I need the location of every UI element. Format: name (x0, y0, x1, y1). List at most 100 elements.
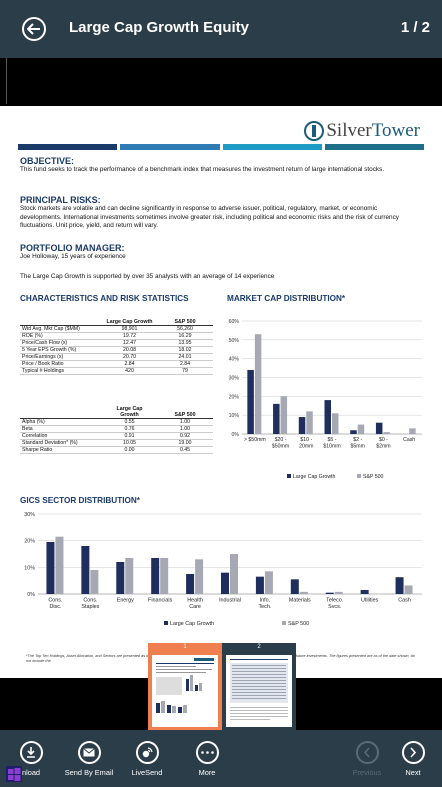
y-tick-label: 20% (24, 539, 35, 545)
bar-s-p-500 (264, 571, 273, 594)
logo-mark-icon (304, 121, 325, 141)
bar-s-p-500 (404, 585, 413, 594)
table-row: Price / Book Ratio 2.84 2.84 (20, 360, 213, 368)
manager-text: Joe Holloway, 15 years of experience (20, 253, 126, 260)
risk-table: Large Cap Growth S&P 500 Alpha (%) 0.55 1.00… (20, 406, 213, 454)
page-title: Large Cap Growth Equity (69, 19, 250, 36)
table-cell: Wtd Avg. Mkt Cap ($MM) (20, 325, 102, 333)
thumbnail-strip: 1 2 (0, 643, 442, 730)
x-tick-label: Materials (289, 597, 311, 603)
back-button[interactable] (22, 17, 46, 41)
table-row: 5 Year EPS Growth (%) 20.08 18.02 (20, 346, 213, 354)
x-tick-label: Utilities (361, 597, 379, 603)
table-cell: 0.76 (102, 425, 157, 433)
table-cell: 10.05 (102, 439, 157, 447)
y-tick-label: 20% (229, 394, 240, 400)
bar-s-p-500 (334, 591, 343, 594)
bar-large-cap-growth (46, 542, 55, 594)
table-cell: 19.00 (157, 439, 213, 447)
table-cell: 12.47 (102, 339, 157, 347)
email-icon (83, 748, 95, 757)
thumbnail-page-1[interactable]: 1 (148, 643, 222, 730)
bar-large-cap-growth (325, 592, 334, 594)
thumbnail-label: 2 (257, 644, 261, 650)
send-by-email-button[interactable]: Send By Email (59, 741, 119, 777)
table-cell: Typical # Holdings (20, 367, 102, 375)
color-bars (18, 144, 424, 150)
x-tick-label: $2mm (376, 443, 390, 449)
y-tick-label: 0% (27, 592, 35, 598)
x-tick-label: $5 - (328, 437, 337, 443)
x-tick-label: 20mm (299, 443, 313, 449)
characteristics-table: Large Cap Growth S&P 500 Wtd Avg. Mkt Cap… (20, 319, 213, 375)
legend-swatch (287, 474, 291, 478)
livesend-icon (142, 747, 153, 758)
windows-logo-icon[interactable] (6, 766, 22, 782)
bar-s-p-500 (280, 396, 288, 434)
table-cell: Price/Earnings (x) (20, 353, 102, 361)
y-tick-label: 10% (24, 565, 35, 571)
table-row: Beta 0.76 1.00 (20, 425, 213, 433)
x-tick-label: Cash (398, 597, 411, 603)
bar-s-p-500 (357, 424, 365, 434)
table-cell: 0.45 (157, 446, 213, 454)
thumbnail-page-2[interactable]: 2 (222, 643, 296, 730)
y-tick-label: 60% (229, 319, 240, 325)
manager-heading: PORTFOLIO MANAGER: (20, 243, 125, 253)
table-cell: Standard Deviation* (%) (20, 439, 102, 447)
objective-text: This fund seeks to track the performance… (20, 166, 385, 173)
livesend-button[interactable]: LiveSend (117, 741, 177, 777)
bar-large-cap-growth (221, 572, 229, 594)
market-cap-chart: 0% 10% 20% 30% 40% 50% 60% > $50mm $20 -$50mm $10… (229, 319, 422, 480)
objective-section: OBJECTIVE: This fund seeks to track the … (20, 156, 410, 175)
table-row: ROE (%) 19.72 16.29 (20, 332, 213, 340)
table-cell: 20.70 (102, 353, 157, 361)
table-cell: 5 Year EPS Growth (%) (20, 346, 102, 354)
next-button[interactable]: Next (383, 741, 442, 777)
bar-large-cap-growth (116, 562, 125, 594)
y-tick-label: 0% (232, 432, 240, 438)
table-cell: 98,901 (102, 325, 157, 333)
bar-s-p-500 (230, 554, 238, 594)
table-row: Price/Earnings (x) 20.70 24.01 (20, 353, 213, 361)
table-cell: 0.00 (102, 446, 157, 454)
table-cell: Beta (20, 425, 102, 433)
x-tick-label: $50mm (272, 443, 289, 449)
table-cell: 420 (102, 367, 157, 375)
x-tick-label: $20 - (275, 437, 287, 443)
bar-large-cap-growth (375, 422, 383, 434)
bar-s-p-500 (195, 559, 204, 594)
page-counter: 1 / 2 (400, 19, 430, 36)
table-cell: 1.00 (157, 418, 213, 426)
x-tick-label: Staples (81, 604, 99, 610)
y-tick-label: 10% (229, 413, 240, 419)
legend-label: Large Cap Growth (293, 474, 336, 480)
bar-large-cap-growth (151, 558, 160, 594)
x-tick-label: Disc. (49, 604, 61, 610)
document-page[interactable]: Silver Tower OBJECTIVE: This fund seeks t… (0, 106, 442, 678)
logo-text-1: Silver (326, 120, 372, 141)
market-cap-heading: MARKET CAP DISTRIBUTION* (227, 294, 346, 303)
bar-large-cap-growth (290, 579, 299, 594)
bar-s-p-500 (383, 432, 390, 434)
table-row: Standard Deviation* (%) 10.05 19.00 (20, 439, 213, 447)
x-tick-label: $10mm (323, 443, 340, 449)
table-cell: 13.95 (157, 339, 213, 347)
more-icon (200, 751, 214, 754)
bar-large-cap-growth (255, 576, 264, 594)
table-cell: 24.01 (157, 353, 213, 361)
table-cell: Alpha (%) (20, 418, 102, 426)
bar-s-p-500 (160, 558, 169, 594)
bar-large-cap-growth (298, 417, 306, 434)
x-tick-label: Cash (403, 437, 415, 443)
x-tick-label: Cons. (83, 597, 97, 603)
table-cell: Price/Cash Flow (x) (20, 339, 102, 347)
table-cell: 56,260 (157, 325, 213, 333)
app-header: Large Cap Growth Equity 1 / 2 (0, 0, 442, 58)
bar-large-cap-growth (247, 369, 254, 434)
table-cell: Correlation (20, 432, 102, 440)
bar-large-cap-growth (360, 590, 369, 594)
table-cell: 0.92 (157, 432, 213, 440)
more-button[interactable]: More (177, 741, 237, 777)
bar-large-cap-growth (395, 577, 404, 594)
